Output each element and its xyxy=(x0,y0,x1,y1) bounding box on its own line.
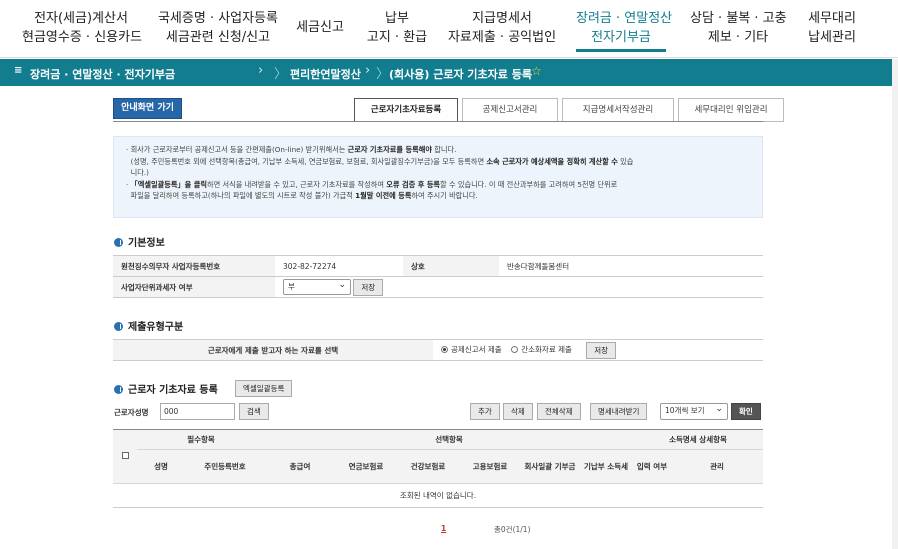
star-icon[interactable]: ☆ xyxy=(531,64,542,78)
unit-tax-select[interactable]: 부 xyxy=(283,278,351,295)
tab-employee-data[interactable]: 근로자기초자료등록 xyxy=(354,98,458,122)
chevron-down-icon[interactable]: › xyxy=(258,63,263,78)
nav-label: 장려금 · 연말정산 xyxy=(576,11,673,26)
hamburger-icon[interactable]: ≡ xyxy=(14,65,22,76)
basic-save-button[interactable]: 저장 xyxy=(353,278,384,296)
bizno-value: 302-82-72274 xyxy=(275,255,403,277)
nav-label: 자료제출 · 공익법인 xyxy=(447,30,557,45)
nav-label: 현금영수증 · 신용카드 xyxy=(22,30,143,45)
select-all-checkbox[interactable] xyxy=(121,452,129,459)
section-title-employee: 근로자 기초자료 등록 xyxy=(114,381,218,396)
add-button[interactable]: 추가 xyxy=(470,403,500,420)
page-number[interactable]: 1 xyxy=(441,524,446,533)
col-input-status: 입력 여부 xyxy=(633,449,671,484)
submit-type-options: 공제신고서 제출 간소화자료 제출 저장 xyxy=(433,339,763,361)
col-health: 건강보험료 xyxy=(397,449,459,484)
col-paid-tax: 기납부 소득세 xyxy=(579,449,633,484)
group-required: 필수항목 xyxy=(137,429,265,450)
col-manage: 관리 xyxy=(671,449,763,484)
empty-message: 조회된 내역이 없습니다. xyxy=(113,483,763,508)
group-income-detail: 소득명세 상세항목 xyxy=(633,429,763,450)
nav-certificate[interactable]: 국세증명 · 사업자등록세금관련 신청/신고 xyxy=(156,9,280,47)
unit-tax-cell: 부 저장 xyxy=(275,276,763,298)
nav-label: 지급명세서 xyxy=(472,11,532,26)
excel-upload-button[interactable]: 엑셀일괄등록 xyxy=(235,380,293,397)
col-donation: 회사일괄 기부금 xyxy=(521,449,579,484)
download-statement-button[interactable]: 명세내려받기 xyxy=(590,403,648,420)
nav-label: 세무대리 xyxy=(808,11,856,26)
nav-tax-agent[interactable]: 세무대리납세관리 xyxy=(806,9,858,47)
tab-underline xyxy=(113,121,763,122)
page-size-select[interactable]: 10개씩 보기 xyxy=(660,402,728,420)
section-bullet-icon xyxy=(114,385,123,394)
breadcrumb-bar: ≡ 장려금 · 연말정산 · 전자기부금 › 〉 편리한연말정산 › 〉 (회사… xyxy=(0,59,898,86)
radio-deduction-form[interactable]: 공제신고서 제출 xyxy=(441,345,502,354)
submit-type-label: 근로자에게 제출 받고자 하는 자료를 선택 xyxy=(113,339,433,361)
select-all-cell xyxy=(113,429,137,484)
submit-save-button[interactable]: 저장 xyxy=(586,341,617,359)
group-optional: 선택항목 xyxy=(265,429,633,450)
nav-payment[interactable]: 납부고지 · 환급 xyxy=(364,9,430,47)
nav-label: 고지 · 환급 xyxy=(366,30,428,45)
nav-tax-report[interactable]: 세금신고 xyxy=(292,18,348,37)
section-bullet-icon xyxy=(114,322,123,331)
radio-simplified-data[interactable]: 간소화자료 제출 xyxy=(511,345,572,354)
nav-label: 전자기부금 xyxy=(591,30,651,45)
delete-all-button[interactable]: 전체삭제 xyxy=(537,403,581,420)
company-value: 반송다함께돌봄센터 xyxy=(499,255,763,277)
nav-label: 납부 xyxy=(385,11,409,26)
col-name: 성명 xyxy=(137,449,185,484)
employee-table: 필수항목 선택항목 소득명세 상세항목 성명 주민등록번호 총급여 연금보험료 … xyxy=(113,429,763,508)
page-total: 총0건(1/1) xyxy=(494,525,531,534)
nav-consult[interactable]: 상담 · 불복 · 고충제보 · 기타 xyxy=(690,9,787,47)
unit-tax-label: 사업자단위과세자 여부 xyxy=(113,276,275,298)
employee-name-label: 근로자성명 xyxy=(114,408,149,417)
search-button[interactable]: 검색 xyxy=(239,403,269,420)
basic-info-table: 원천징수의무자 사업자등록번호 302-82-72274 상호 반송다함께돌봄센… xyxy=(113,255,763,298)
tab-payment-statement[interactable]: 지급명세서작성관리 xyxy=(562,98,674,122)
tab-tax-agent[interactable]: 세무대리인 위임관리 xyxy=(678,98,784,122)
nav-label: 납세관리 xyxy=(808,30,856,45)
nav-label: 세금관련 신청/신고 xyxy=(165,30,271,45)
nav-payment-statement[interactable]: 지급명세서자료제출 · 공익법인 xyxy=(446,9,558,47)
nav-label: 국세증명 · 사업자등록 xyxy=(157,11,279,26)
top-navigation: 전자(세금)계산서현금영수증 · 신용카드 국세증명 · 사업자등록세금관련 신… xyxy=(0,0,898,58)
col-rrn: 주민등록번호 xyxy=(185,449,265,484)
subbar-menu-label[interactable]: 장려금 · 연말정산 · 전자기부금 xyxy=(30,66,175,82)
delete-button[interactable]: 삭제 xyxy=(503,403,533,420)
nav-label: 전자(세금)계산서 xyxy=(34,11,128,26)
breadcrumb-item[interactable]: 편리한연말정산 xyxy=(290,66,361,82)
nav-e-invoice[interactable]: 전자(세금)계산서현금영수증 · 신용카드 xyxy=(22,9,143,47)
col-pension: 연금보험료 xyxy=(335,449,397,484)
submit-type-table: 근로자에게 제출 받고자 하는 자료를 선택 공제신고서 제출 간소화자료 제출… xyxy=(113,339,763,361)
radio-icon xyxy=(511,346,519,353)
breadcrumb-current: (회사용) 근로자 기초자료 등록 xyxy=(389,68,532,81)
chevron-down-icon[interactable]: › xyxy=(365,63,370,78)
radio-icon xyxy=(441,346,448,353)
nav-label: 상담 · 불복 · 고충 xyxy=(690,11,787,26)
bizno-label: 원천징수의무자 사업자등록번호 xyxy=(113,255,275,277)
col-employment: 고용보험료 xyxy=(459,449,521,484)
confirm-button[interactable]: 확인 xyxy=(731,403,761,420)
employee-name-input[interactable]: 000 xyxy=(160,403,235,420)
section-title-submit: 제출유형구분 xyxy=(114,318,183,333)
nav-incentive-yearend[interactable]: 장려금 · 연말정산전자기부금 xyxy=(576,9,673,52)
section-bullet-icon xyxy=(114,238,123,247)
section-title-basic: 기본정보 xyxy=(114,234,165,249)
nav-label: 제보 · 기타 xyxy=(707,30,769,45)
col-total-salary: 총급여 xyxy=(265,449,335,484)
notice-box: · 회사가 근로자로부터 공제신고서 등을 간편제출(On-line) 받기위해… xyxy=(113,136,763,218)
divider-icon: 〉 xyxy=(376,67,390,82)
nav-label: 세금신고 xyxy=(296,20,344,35)
tab-deduction-form[interactable]: 공제신고서관리 xyxy=(462,98,558,122)
divider-icon: 〉 xyxy=(274,67,288,82)
company-label: 상호 xyxy=(403,255,499,277)
guide-button[interactable]: 안내화면 가기 xyxy=(113,98,182,119)
scrollbar[interactable] xyxy=(892,59,898,549)
